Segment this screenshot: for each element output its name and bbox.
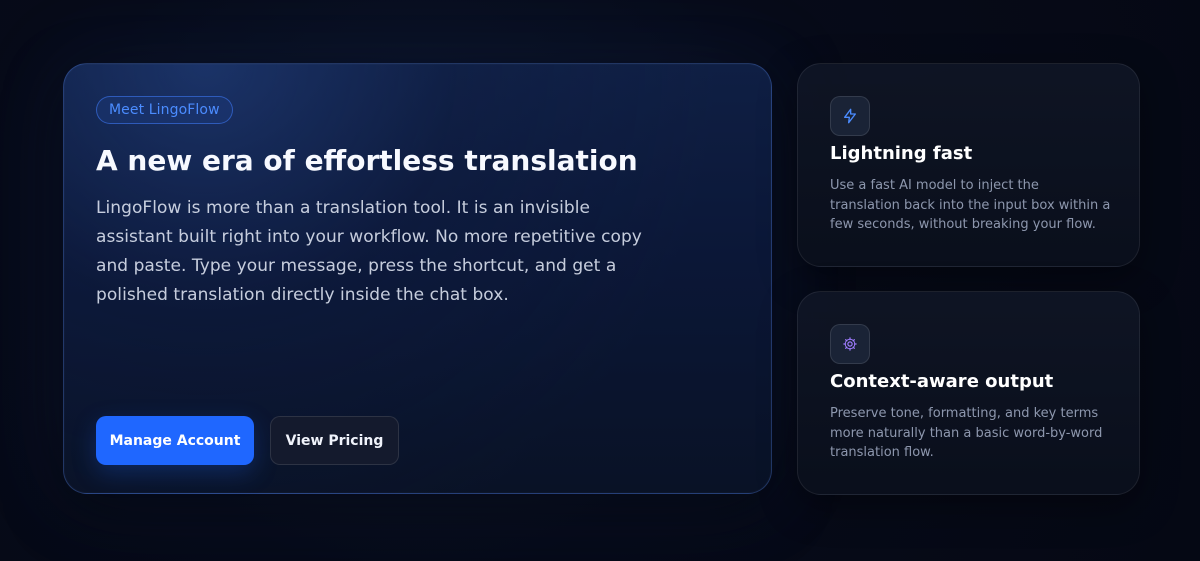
feature-card-lightning-fast: Lightning fast Use a fast AI model to in… — [797, 63, 1140, 267]
view-pricing-label: View Pricing — [285, 432, 384, 449]
feature-description: Use a fast AI model to inject the transl… — [830, 178, 1111, 232]
feature-title: Lightning fast — [830, 143, 973, 164]
gear-icon — [830, 324, 870, 364]
badge-label: Meet LingoFlow — [109, 102, 220, 118]
hero-title: A new era of effortless translation — [96, 144, 638, 177]
hero-description: LingoFlow is more than a translation too… — [96, 198, 642, 305]
feature-card-context-aware-output: Context-aware output Preserve tone, form… — [797, 291, 1140, 495]
feature-description: Preserve tone, formatting, and key terms… — [830, 406, 1103, 460]
product-badge: Meet LingoFlow — [96, 96, 233, 124]
feature-title: Context-aware output — [830, 371, 1054, 392]
lightning-icon — [830, 96, 870, 136]
manage-account-label: Manage Account — [109, 432, 241, 449]
hero-card: Meet LingoFlow A new era of effortless t… — [63, 63, 772, 494]
view-pricing-button[interactable]: View Pricing — [270, 416, 399, 465]
manage-account-button[interactable]: Manage Account — [96, 416, 254, 465]
